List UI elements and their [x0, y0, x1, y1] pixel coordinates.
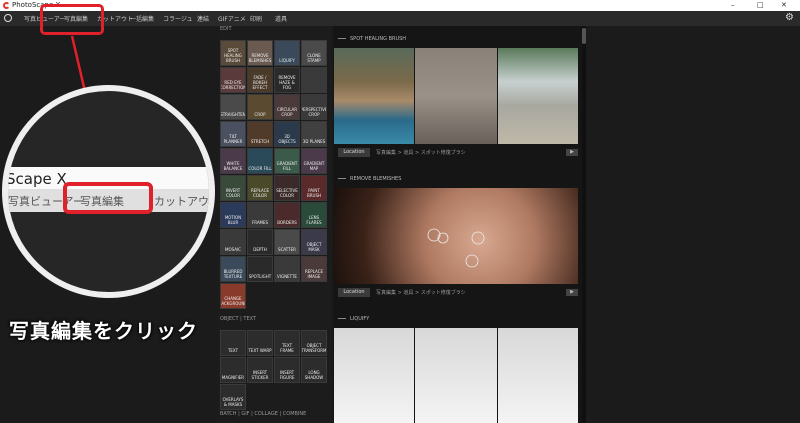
tool-tile[interactable]: LIQUIFY	[274, 40, 300, 66]
preview-image-fox-3	[498, 328, 578, 423]
section-batch: BATCH | GIF | COLLAGE | COMBINE	[220, 411, 307, 417]
object-tool-tile[interactable]: OBJECT TRANSFORM	[301, 330, 327, 356]
location-path-2: 写真編集 > 道具 > スポット修復ブラシ	[376, 290, 466, 296]
object-tool-tile[interactable]: OVERLAYS & MASKS	[220, 384, 246, 410]
instruction-caption: 写真編集をクリック	[9, 319, 198, 343]
tool-tile[interactable]: STRETCH	[247, 121, 273, 147]
tool-tile[interactable]: INVERT COLOR	[220, 175, 246, 201]
tool-tile[interactable]: CIRCULAR CROP	[274, 94, 300, 120]
object-tool-tile[interactable]: TEXT	[220, 330, 246, 356]
tool-tile[interactable]: PAINT BRUSH	[301, 175, 327, 201]
tool-tile[interactable]: FRAMES	[247, 202, 273, 228]
tool-tile[interactable]: BORDERS	[274, 202, 300, 228]
tool-tile[interactable]: SPOTLIGHT	[247, 256, 273, 282]
object-tool-tile[interactable]: TEXT WARP	[247, 330, 273, 356]
object-tool-tile[interactable]: INSERT FIGURE	[274, 357, 300, 383]
tool-tile[interactable]: REMOVE HAZE & FOG	[274, 67, 300, 93]
tool-tile[interactable]: LENS FLARES	[301, 202, 327, 228]
zoom-callout: Scape X 写真ビューアー 写真編集 カットアウト	[2, 85, 215, 298]
preview-image-fox-1	[334, 328, 414, 423]
tool-tile[interactable]: GRADIENT FILL	[274, 148, 300, 174]
tool-tile[interactable]: SPOT HEALING BRUSH	[220, 40, 246, 66]
preview-image-beach	[498, 48, 578, 144]
tool-tile[interactable]: COLOR FILL	[247, 148, 273, 174]
tool-tile[interactable]: VIGNETTE	[274, 256, 300, 282]
tool-tile[interactable]: PERSPECTIVE CROP	[301, 94, 327, 120]
preview-image-wall	[415, 48, 497, 144]
right-empty-pane	[586, 26, 800, 423]
tool-tile[interactable]: BLURRED TEXTURE	[220, 256, 246, 282]
preview-title-spot-healing: SPOT HEALING BRUSH	[338, 36, 406, 42]
tool-tile[interactable]: REPLACE COLOR	[247, 175, 273, 201]
section-object-text: OBJECT | TEXT	[220, 316, 257, 322]
play-icon[interactable]: ▶	[566, 149, 578, 156]
preview-image-fox-2	[415, 328, 497, 423]
tool-tile[interactable]: WHITE BALANCE	[220, 148, 246, 174]
tool-tile[interactable]: 3D PLANES	[301, 121, 327, 147]
zoom-highlight	[63, 182, 153, 214]
tool-tile[interactable]: FADE / BOKEH EFFECT	[247, 67, 273, 93]
tool-tile[interactable]: MOSAIC	[220, 229, 246, 255]
location-button-2[interactable]: Location	[338, 288, 370, 297]
preview-image-face	[334, 188, 578, 284]
preview-image-pool	[334, 48, 414, 144]
tool-tile[interactable]: MOTION BLUR	[220, 202, 246, 228]
object-tool-tile[interactable]: LONG SHADOW	[301, 357, 327, 383]
object-tool-tile[interactable]: INSERT STICKER	[247, 357, 273, 383]
object-tool-tile[interactable]: TEXT FRAME	[274, 330, 300, 356]
section-edit: EDIT	[220, 26, 232, 32]
tool-tile[interactable]: 3D OBJECTS	[274, 121, 300, 147]
object-tool-tile[interactable]: MAGNIFIER	[220, 357, 246, 383]
tool-tile[interactable]: CLONE STAMP	[301, 40, 327, 66]
tool-tile[interactable]: GRADIENT MAP	[301, 148, 327, 174]
tool-tile[interactable]: RED EYE CORRECTION	[220, 67, 246, 93]
zoom-menu-cutout: カットアウト	[154, 195, 215, 208]
tool-tile[interactable]: SCATTER	[274, 229, 300, 255]
location-path-1: 写真編集 > 道具 > スポット修復ブラシ	[376, 150, 466, 156]
play-icon[interactable]: ▶	[566, 289, 578, 296]
tool-tile[interactable]: CROP	[247, 94, 273, 120]
location-button-1[interactable]: Location	[338, 148, 370, 157]
preview-title-remove-blemishes: REMOVE BLEMISHES	[338, 176, 401, 182]
preview-title-liquify: LIQUIFY	[338, 316, 369, 322]
tool-tile[interactable]: OBJECT MASK	[301, 229, 327, 255]
tool-tile[interactable]	[301, 67, 327, 93]
app-window: PhotoScape X – □ ✕ 写真ビューアー 写真編集 カットアウト 一…	[0, 0, 800, 423]
tool-tile[interactable]: TILT PLANNER	[220, 121, 246, 147]
tool-tile[interactable]: REMOVE BLEMISHES	[247, 40, 273, 66]
zoom-app-title: Scape X	[6, 170, 67, 188]
tool-tile[interactable]: CHANGE BACKGROUND	[220, 283, 246, 309]
tool-tile[interactable]: SELECTIVE COLOR	[274, 175, 300, 201]
tool-tile[interactable]: REPLACE IMAGE	[301, 256, 327, 282]
tool-tile[interactable]: STRAIGHTEN	[220, 94, 246, 120]
tool-tile[interactable]: DEPTH	[247, 229, 273, 255]
